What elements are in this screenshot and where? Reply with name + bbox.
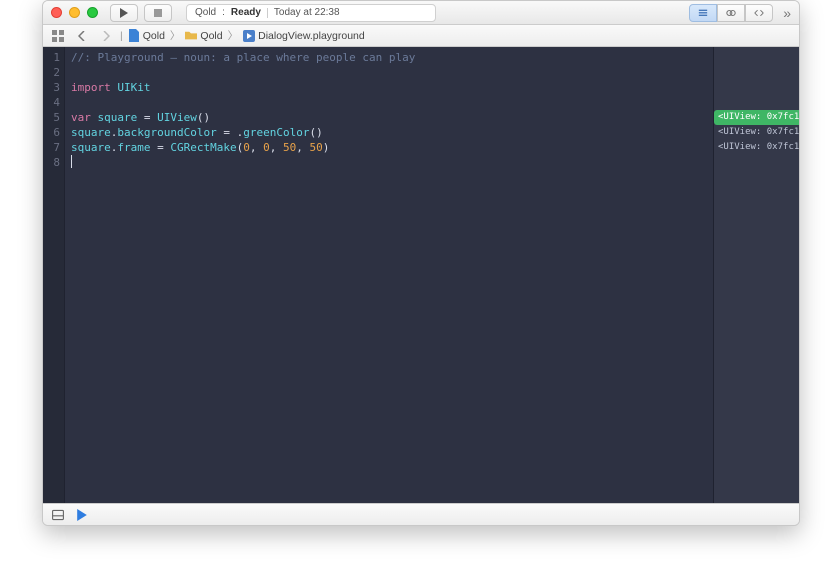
swift-file-icon bbox=[128, 30, 140, 42]
breadcrumb-item-file[interactable]: DialogView.playground bbox=[241, 30, 367, 42]
status-app: Qold bbox=[195, 7, 216, 18]
activity-status: Qold: Ready Today at 22:38 bbox=[186, 4, 436, 22]
breadcrumb-label: Qold bbox=[143, 30, 165, 42]
breadcrumb-label: DialogView.playground bbox=[258, 30, 365, 42]
code-token: var bbox=[71, 111, 91, 124]
traffic-lights bbox=[51, 7, 98, 18]
editor-mode-group bbox=[689, 4, 773, 22]
code-token: = bbox=[137, 111, 157, 124]
close-window-button[interactable] bbox=[51, 7, 62, 18]
code-token: 50 bbox=[283, 141, 296, 154]
line-number: 8 bbox=[43, 155, 60, 170]
code-token: () bbox=[197, 111, 210, 124]
toggle-console-button[interactable] bbox=[51, 508, 65, 522]
status-time: Today at 22:38 bbox=[274, 7, 340, 18]
breadcrumb-item-project[interactable]: Qold bbox=[126, 30, 167, 42]
code-token: greenColor bbox=[243, 126, 309, 139]
line-gutter: 1 2 3 4 5 6 7 8 bbox=[43, 47, 65, 503]
status-state: Ready bbox=[231, 7, 261, 18]
line-number: 3 bbox=[43, 80, 60, 95]
code-token: //: Playground — noun: a place where peo… bbox=[71, 51, 415, 64]
xcode-window: Qold: Ready Today at 22:38 » bbox=[42, 0, 800, 526]
toolbar-overflow-icon[interactable]: » bbox=[783, 5, 791, 21]
go-forward-button[interactable] bbox=[95, 28, 117, 44]
result-line[interactable]: <UIView: 0x7fc168e... bbox=[714, 125, 799, 140]
code-token: = . bbox=[217, 126, 244, 139]
assistant-editor-button[interactable] bbox=[717, 4, 745, 22]
folder-icon bbox=[185, 30, 197, 42]
line-number: 6 bbox=[43, 125, 60, 140]
code-token: square bbox=[71, 126, 111, 139]
titlebar: Qold: Ready Today at 22:38 » bbox=[43, 1, 799, 25]
code-token: , bbox=[296, 141, 309, 154]
code-token: frame bbox=[117, 141, 150, 154]
line-number: 2 bbox=[43, 65, 60, 80]
code-token: , bbox=[270, 141, 283, 154]
code-token: UIKit bbox=[117, 81, 150, 94]
debug-bar bbox=[43, 503, 799, 525]
zoom-window-button[interactable] bbox=[87, 7, 98, 18]
code-token: UIView bbox=[157, 111, 197, 124]
jump-bar: | Qold 〉 Qold 〉 DialogView.playground bbox=[43, 25, 799, 47]
line-number: 4 bbox=[43, 95, 60, 110]
go-back-button[interactable] bbox=[71, 28, 93, 44]
code-token: CGRectMake bbox=[170, 141, 236, 154]
code-token: 50 bbox=[309, 141, 322, 154]
line-number: 1 bbox=[43, 50, 60, 65]
minimize-window-button[interactable] bbox=[69, 7, 80, 18]
code-token: , bbox=[250, 141, 263, 154]
code-token: 0 bbox=[243, 141, 250, 154]
run-button[interactable] bbox=[110, 4, 138, 22]
code-token: 0 bbox=[263, 141, 270, 154]
code-token: backgroundColor bbox=[117, 126, 216, 139]
text-cursor bbox=[71, 155, 72, 168]
breadcrumb-label: Qold bbox=[200, 30, 222, 42]
result-line[interactable]: <UIView: 0x7fc168e... bbox=[714, 110, 799, 125]
code-token: = bbox=[151, 141, 171, 154]
version-editor-button[interactable] bbox=[745, 4, 773, 22]
code-token: ) bbox=[323, 141, 330, 154]
code-token: square bbox=[98, 111, 138, 124]
line-number: 7 bbox=[43, 140, 60, 155]
code-token: square bbox=[71, 141, 111, 154]
code-token: () bbox=[309, 126, 322, 139]
code-token: import bbox=[71, 81, 111, 94]
execute-playground-button[interactable] bbox=[75, 508, 89, 522]
results-sidebar: <UIView: 0x7fc168e... <UIView: 0x7fc168e… bbox=[713, 47, 799, 503]
code-editor[interactable]: //: Playground — noun: a place where peo… bbox=[65, 47, 713, 503]
playground-icon bbox=[243, 30, 255, 42]
line-number: 5 bbox=[43, 110, 60, 125]
editor-area: 1 2 3 4 5 6 7 8 //: Playground — noun: a… bbox=[43, 47, 799, 503]
related-items-button[interactable] bbox=[47, 28, 69, 44]
breadcrumb-item-folder[interactable]: Qold bbox=[183, 30, 224, 42]
stop-button[interactable] bbox=[144, 4, 172, 22]
standard-editor-button[interactable] bbox=[689, 4, 717, 22]
result-line[interactable]: <UIView: 0x7fc168e... bbox=[714, 140, 799, 155]
